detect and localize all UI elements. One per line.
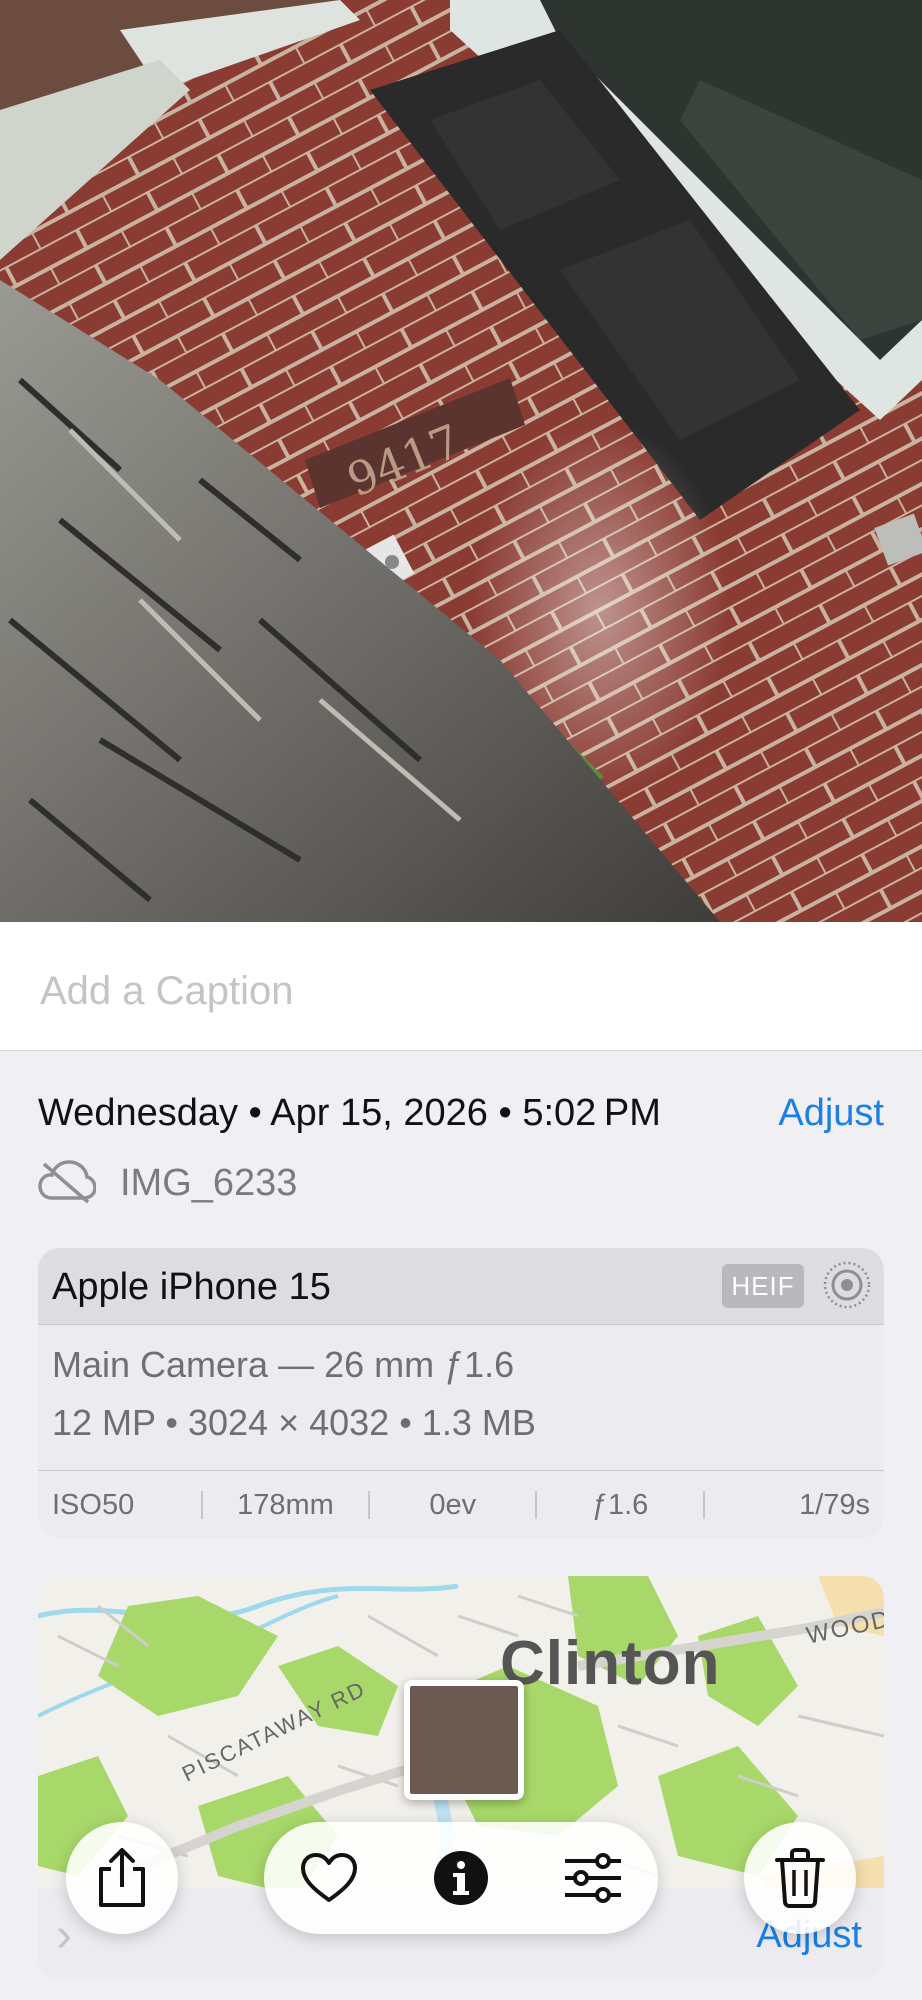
file-name: IMG_6233 — [120, 1162, 298, 1204]
lens-info: Main Camera — 26 mm ƒ1.6 — [52, 1344, 515, 1385]
date-row: Wednesday • Apr 15, 2026 • 5:02 PM Adjus… — [38, 1090, 884, 1142]
exif-aperture: ƒ1.6 — [591, 1488, 649, 1521]
adjust-date-button[interactable]: Adjust — [778, 1092, 884, 1135]
caption-area — [0, 922, 922, 1051]
chevron-right-icon[interactable]: › — [56, 1908, 72, 1963]
format-badge: HEIF — [722, 1264, 804, 1308]
photo-actions-group — [264, 1822, 658, 1934]
edit-button[interactable] — [538, 1822, 648, 1934]
info-button[interactable] — [406, 1822, 516, 1934]
exif-exposure-bias: 0ev — [429, 1488, 477, 1521]
delete-button[interactable] — [744, 1822, 856, 1934]
camera-info-card: Apple iPhone 15 HEIF Main Camera — 26 mm… — [38, 1248, 884, 1538]
share-icon — [99, 1848, 145, 1907]
photo-image: 9417 — [0, 0, 922, 922]
photo-view[interactable]: 9417 — [0, 0, 922, 922]
device-name: Apple iPhone 15 — [52, 1266, 331, 1308]
exif-shutter-speed: 1/79s — [799, 1488, 871, 1521]
favorite-button[interactable] — [274, 1822, 384, 1934]
map-place-label: Clinton — [500, 1629, 721, 1698]
cloud-slash-icon — [38, 1160, 96, 1204]
photo-thumbnail — [410, 1686, 524, 1800]
map-photo-pin[interactable] — [404, 1680, 524, 1800]
info-icon — [434, 1851, 488, 1905]
live-photo-icon — [823, 1261, 871, 1309]
adjustments-icon — [565, 1853, 621, 1903]
exif-iso: ISO50 — [52, 1488, 135, 1521]
exif-focal-length: 178mm — [237, 1488, 334, 1521]
trash-icon — [775, 1848, 825, 1908]
share-button[interactable] — [66, 1822, 178, 1934]
exif-row: ISO50 178mm 0ev ƒ1.6 1/79s — [38, 1470, 884, 1538]
image-specs: 12 MP • 3024 × 4032 • 1.3 MB — [52, 1402, 536, 1443]
camera-card-header: Apple iPhone 15 HEIF — [38, 1248, 884, 1325]
caption-input[interactable] — [38, 966, 882, 1016]
heart-icon — [301, 1853, 357, 1902]
capture-date: Wednesday • Apr 15, 2026 • 5:02 PM — [38, 1092, 661, 1134]
